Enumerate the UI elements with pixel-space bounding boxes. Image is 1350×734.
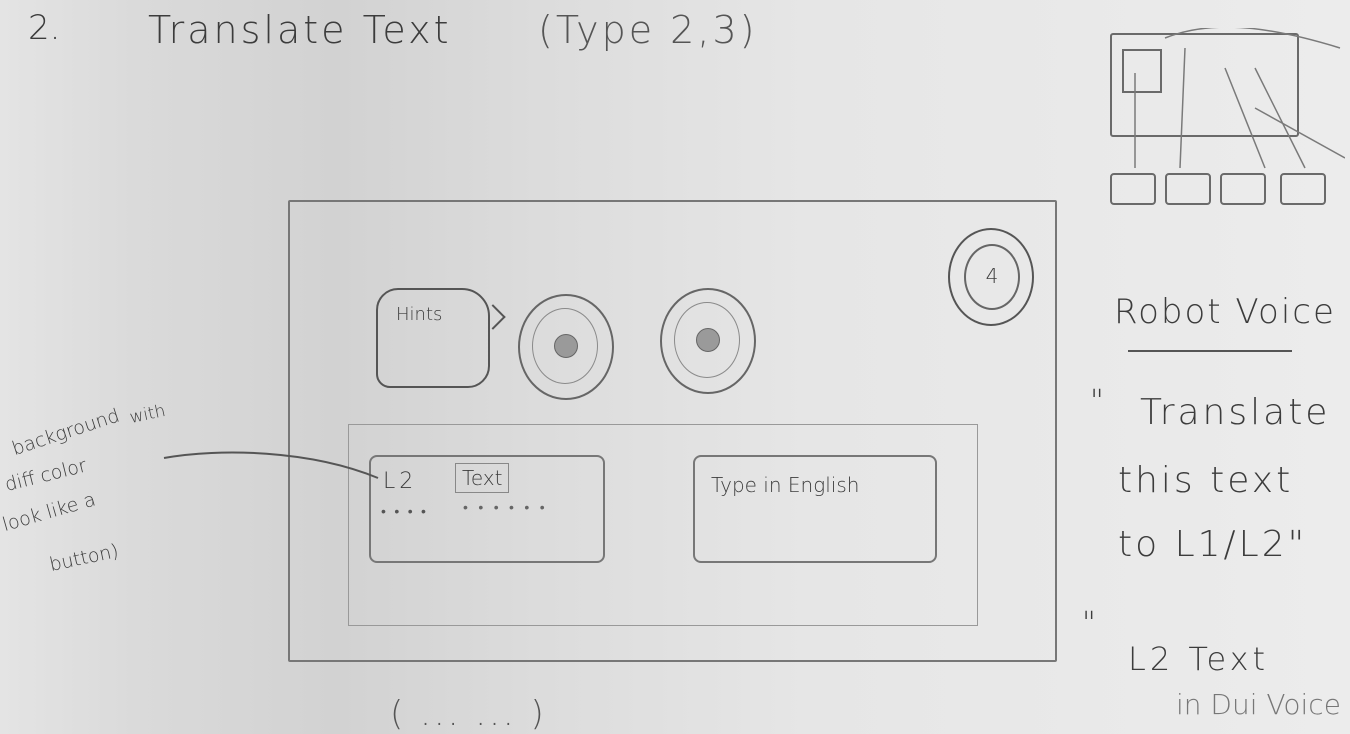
thumbnail-box-4 [1280, 173, 1326, 205]
l2-text-underline-dots: • • • • • • [463, 500, 548, 516]
english-input-placeholder: Type in English [711, 473, 860, 497]
thumbnail-box-2 [1165, 173, 1211, 205]
l2-label: L2 [383, 469, 418, 494]
annotation-arrow [163, 451, 379, 479]
annotation-line: look like a [0, 488, 99, 536]
thumbnail-sketch [1105, 28, 1345, 208]
annotation-line: with [127, 400, 168, 428]
robot-voice-line: in Dui Voice [1176, 688, 1341, 721]
robot-voice-heading: Robot Voice [1114, 292, 1336, 332]
robot-eye-left [518, 294, 614, 400]
title-subtitle: (Type 2,3) [538, 8, 758, 52]
bottom-note: ( ... ... ) [390, 694, 547, 734]
l2-underline-dots: • • • • [381, 504, 428, 520]
robot-voice-line: to L1/L2" [1118, 524, 1308, 565]
quote-mark: " [1082, 606, 1096, 641]
hints-label: Hints [396, 304, 443, 325]
robot-voice-line: Translate [1140, 392, 1331, 433]
title-text: Translate Text [148, 8, 452, 52]
robot-eye-right [660, 288, 756, 394]
robot-voice-line: L2 Text [1128, 640, 1270, 678]
english-input-field[interactable]: Type in English [693, 455, 937, 563]
quote-mark: " [1090, 384, 1104, 419]
translation-panel: L2 Text • • • • • • • • • • Type in Engl… [348, 424, 978, 626]
title-number: 2. [28, 8, 61, 48]
eye-pupil [696, 328, 720, 352]
timer-value: 4 [985, 264, 999, 288]
robot-voice-line: this text [1118, 460, 1294, 501]
thumbnail-box-1 [1110, 173, 1156, 205]
annotation-note: background with diff color look like a b… [0, 400, 242, 602]
thumbnail-box-3 [1220, 173, 1266, 205]
wireframe-screen: Hints 4 L2 Text • • • • • • • • • • Type… [288, 200, 1057, 662]
l2-text-button[interactable]: Text [455, 463, 510, 493]
hints-button[interactable]: Hints [376, 288, 490, 388]
eye-pupil [554, 334, 578, 358]
timer-inner-ring: 4 [964, 244, 1020, 310]
annotation-line: background [9, 404, 123, 460]
annotation-line: diff color [2, 454, 89, 496]
annotation-line: button) [47, 539, 121, 576]
timer-badge: 4 [948, 228, 1034, 326]
l2-text-card[interactable]: L2 Text • • • • • • • • • • [369, 455, 605, 563]
heading-underline [1128, 350, 1292, 352]
